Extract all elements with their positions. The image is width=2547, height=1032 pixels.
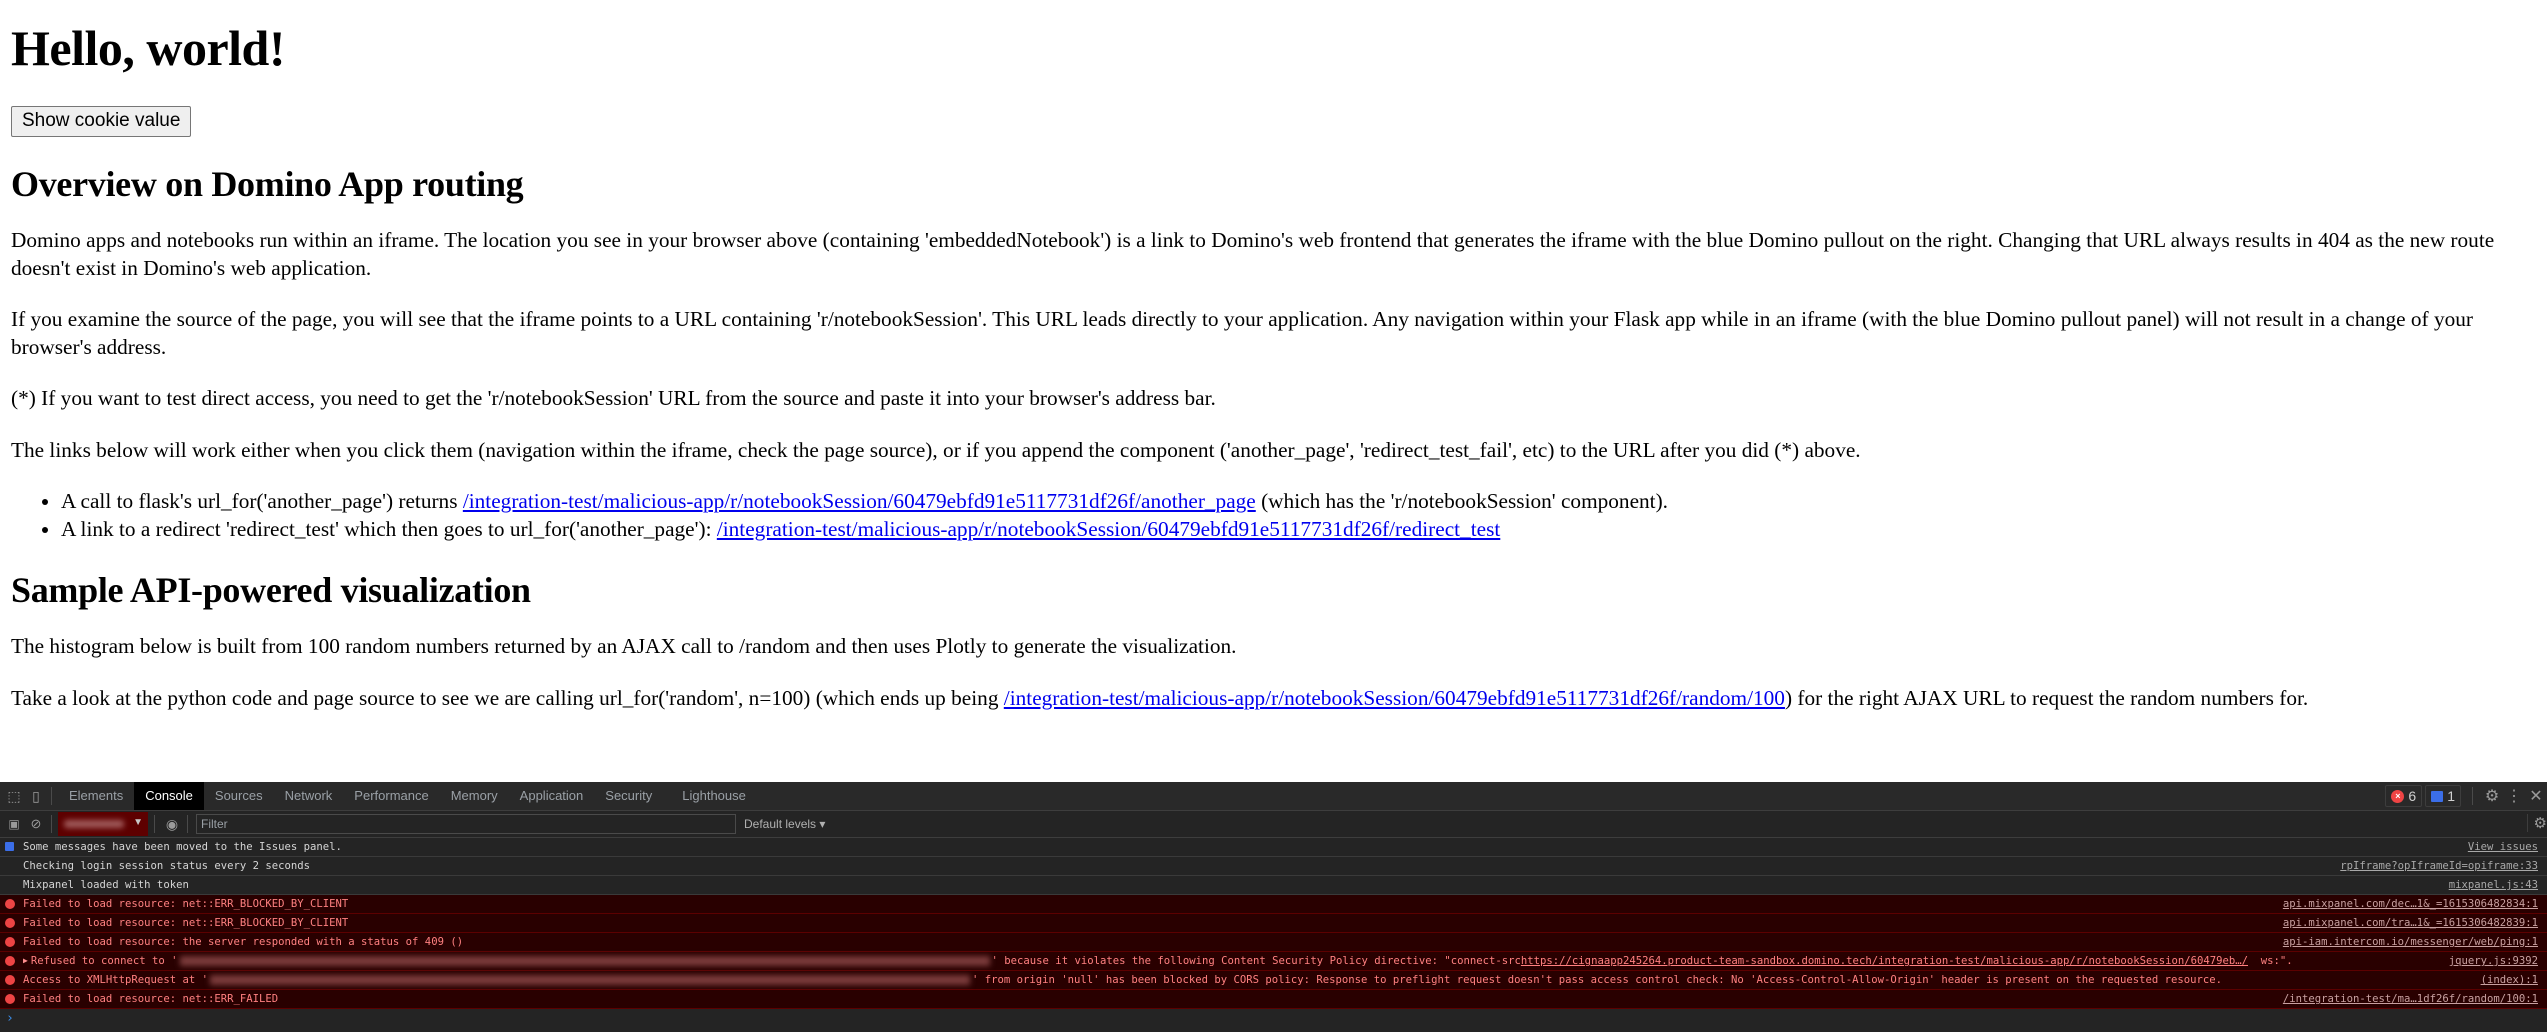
source-location-link[interactable]: api.mixpanel.com/tra…1&_=1615306482839:1 <box>2282 914 2538 932</box>
redirect-test-link[interactable]: /integration-test/malicious-app/r/notebo… <box>717 517 1500 541</box>
another-page-link[interactable]: /integration-test/malicious-app/r/notebo… <box>463 489 1256 513</box>
console-message-text: Some messages have been moved to the Iss… <box>23 841 342 853</box>
close-devtools-icon[interactable]: ✕ <box>2525 785 2547 807</box>
paragraph-direct-access: (*) If you want to test direct access, y… <box>11 386 1216 410</box>
source-location-link[interactable]: api.mixpanel.com/dec…1&_=1615306482834:1 <box>2282 895 2538 913</box>
console-message-text: ' from origin 'null' has been blocked by… <box>971 974 2223 986</box>
error-count-badge[interactable]: × 6 <box>2385 785 2423 807</box>
divider <box>187 815 188 833</box>
page-content: Hello, world! Show cookie value Overview… <box>0 0 2547 782</box>
list-item: A call to flask's url_for('another_page'… <box>61 488 2536 516</box>
source-location-link[interactable]: mixpanel.js:43 <box>2449 876 2538 894</box>
error-icon <box>5 956 15 966</box>
dropdown-arrow-icon: ▼ <box>133 817 143 828</box>
tab-lighthouse[interactable]: Lighthouse <box>671 782 757 810</box>
console-settings-gear-icon[interactable]: ⚙ <box>2526 814 2547 832</box>
message-icon <box>2431 790 2444 802</box>
console-message-text: Failed to load resource: net::ERR_BLOCKE… <box>23 898 349 910</box>
console-row: Checking login session status every 2 se… <box>0 857 2547 876</box>
console-row: Mixpanel loaded with token mixpanel.js:43 <box>0 876 2547 895</box>
console-row: Failed to load resource: the server resp… <box>0 933 2547 952</box>
divider <box>51 787 52 805</box>
error-icon <box>5 899 15 909</box>
context-selector[interactable]: ▼ <box>58 812 148 836</box>
paragraph-iframe-intro: Domino apps and notebooks run within an … <box>11 228 2495 280</box>
console-message-text: Checking login session status every 2 se… <box>23 860 311 872</box>
page-title: Hello, world! <box>11 20 286 76</box>
console-prompt[interactable]: › <box>0 1009 2547 1029</box>
divider <box>154 815 155 833</box>
error-icon <box>5 918 15 928</box>
console-message-text: Failed to load resource: net::ERR_BLOCKE… <box>23 917 349 929</box>
more-options-icon[interactable]: ⋮ <box>2503 785 2525 807</box>
divider <box>2472 787 2473 805</box>
devtools-panel: ⬚ ▯ Elements Console Sources Network Perform… <box>0 782 2547 1032</box>
console-messages: Some messages have been moved to the Iss… <box>0 838 2547 1009</box>
random-api-link[interactable]: /integration-test/malicious-app/r/notebo… <box>1004 686 1785 710</box>
console-filter-input[interactable] <box>196 814 736 834</box>
device-toolbar-icon[interactable]: ▯ <box>25 785 47 807</box>
message-count-badge[interactable]: 1 <box>2425 785 2461 807</box>
clear-console-icon[interactable]: ⊘ <box>25 813 47 835</box>
error-icon <box>5 975 15 985</box>
tab-performance[interactable]: Performance <box>343 782 439 810</box>
source-location-link[interactable]: rpIframe?opIframeId=opiframe:33 <box>2340 857 2538 875</box>
paragraph-histogram: The histogram below is built from 100 ra… <box>11 634 1237 658</box>
tab-sources[interactable]: Sources <box>204 782 274 810</box>
tab-elements[interactable]: Elements <box>58 782 134 810</box>
console-message-text: Failed to load resource: the server resp… <box>23 936 464 948</box>
source-location-link[interactable]: (index):1 <box>2480 971 2538 989</box>
routing-heading: Overview on Domino App routing <box>11 164 524 204</box>
paragraph-iframe-source: If you examine the source of the page, y… <box>11 307 2474 359</box>
paragraph-ajax-url: Take a look at the python code and page … <box>11 685 2309 710</box>
show-cookie-button[interactable]: Show cookie value <box>11 106 192 137</box>
devtools-tabbar: ⬚ ▯ Elements Console Sources Network Perform… <box>0 782 2547 811</box>
list-item: A link to a redirect 'redirect_test' whi… <box>61 516 2536 544</box>
tab-console[interactable]: Console <box>134 782 204 810</box>
console-message-text: ws:". <box>2248 955 2293 967</box>
console-message-text: Access to XMLHttpRequest at ' <box>23 974 208 986</box>
sidebar-toggle-icon[interactable]: ▣ <box>3 813 25 835</box>
tab-memory[interactable]: Memory <box>440 782 509 810</box>
view-issues-link[interactable]: View issues <box>2468 838 2538 856</box>
console-message-text: ' because it violates the following Cont… <box>991 955 1521 967</box>
settings-gear-icon[interactable]: ⚙ <box>2481 785 2503 807</box>
console-row: Failed to load resource: net::ERR_BLOCKE… <box>0 895 2547 914</box>
console-message-text: Failed to load resource: net::ERR_FAILED <box>23 993 279 1005</box>
live-expression-eye-icon[interactable]: ◉ <box>161 813 183 835</box>
console-row: Access to XMLHttpRequest at ' ' from orig… <box>0 971 2547 990</box>
error-icon <box>5 937 15 947</box>
console-row: Some messages have been moved to the Iss… <box>0 838 2547 857</box>
source-location-link[interactable]: jquery.js:9392 <box>2448 952 2538 970</box>
devtools-tabs: Elements Console Sources Network Performance… <box>58 782 757 810</box>
redacted-url <box>209 975 970 985</box>
inspect-element-icon[interactable]: ⬚ <box>3 785 25 807</box>
log-levels-dropdown[interactable]: Default levels ▾ <box>744 817 825 831</box>
redacted-url <box>179 956 990 966</box>
console-row: Failed to load resource: net::ERR_BLOCKE… <box>0 914 2547 933</box>
source-location-link[interactable]: api-iam.intercom.io/messenger/web/ping:1 <box>2282 933 2538 951</box>
console-row: Failed to load resource: net::ERR_FAILED… <box>0 990 2547 1009</box>
routing-links-list: A call to flask's url_for('another_page'… <box>11 488 2536 543</box>
paragraph-links-info: The links below will work either when yo… <box>11 437 1861 462</box>
tab-application[interactable]: Application <box>509 782 595 810</box>
console-toolbar: ▣ ⊘ ▼ ◉ Default levels ▾ ⚙ <box>0 811 2547 838</box>
tab-network[interactable]: Network <box>274 782 344 810</box>
divider <box>51 815 52 833</box>
error-icon: × <box>2391 789 2405 803</box>
csp-url-link[interactable]: https://cignaapp245264.product-team-sand… <box>1521 952 2248 970</box>
console-row: ▶ Refused to connect to ' ' because it vio… <box>0 952 2547 971</box>
console-message-text: Mixpanel loaded with token <box>23 879 189 891</box>
expand-triangle-icon[interactable]: ▶ <box>23 952 28 970</box>
console-message-text: Refused to connect to ' <box>30 955 178 967</box>
info-flag-icon <box>5 842 14 851</box>
tab-security[interactable]: Security <box>594 782 663 810</box>
visualization-heading: Sample API-powered visualization <box>11 570 531 610</box>
error-icon <box>5 994 15 1004</box>
source-location-link[interactable]: /integration-test/ma…1df26f/random/100:1 <box>2282 990 2538 1008</box>
